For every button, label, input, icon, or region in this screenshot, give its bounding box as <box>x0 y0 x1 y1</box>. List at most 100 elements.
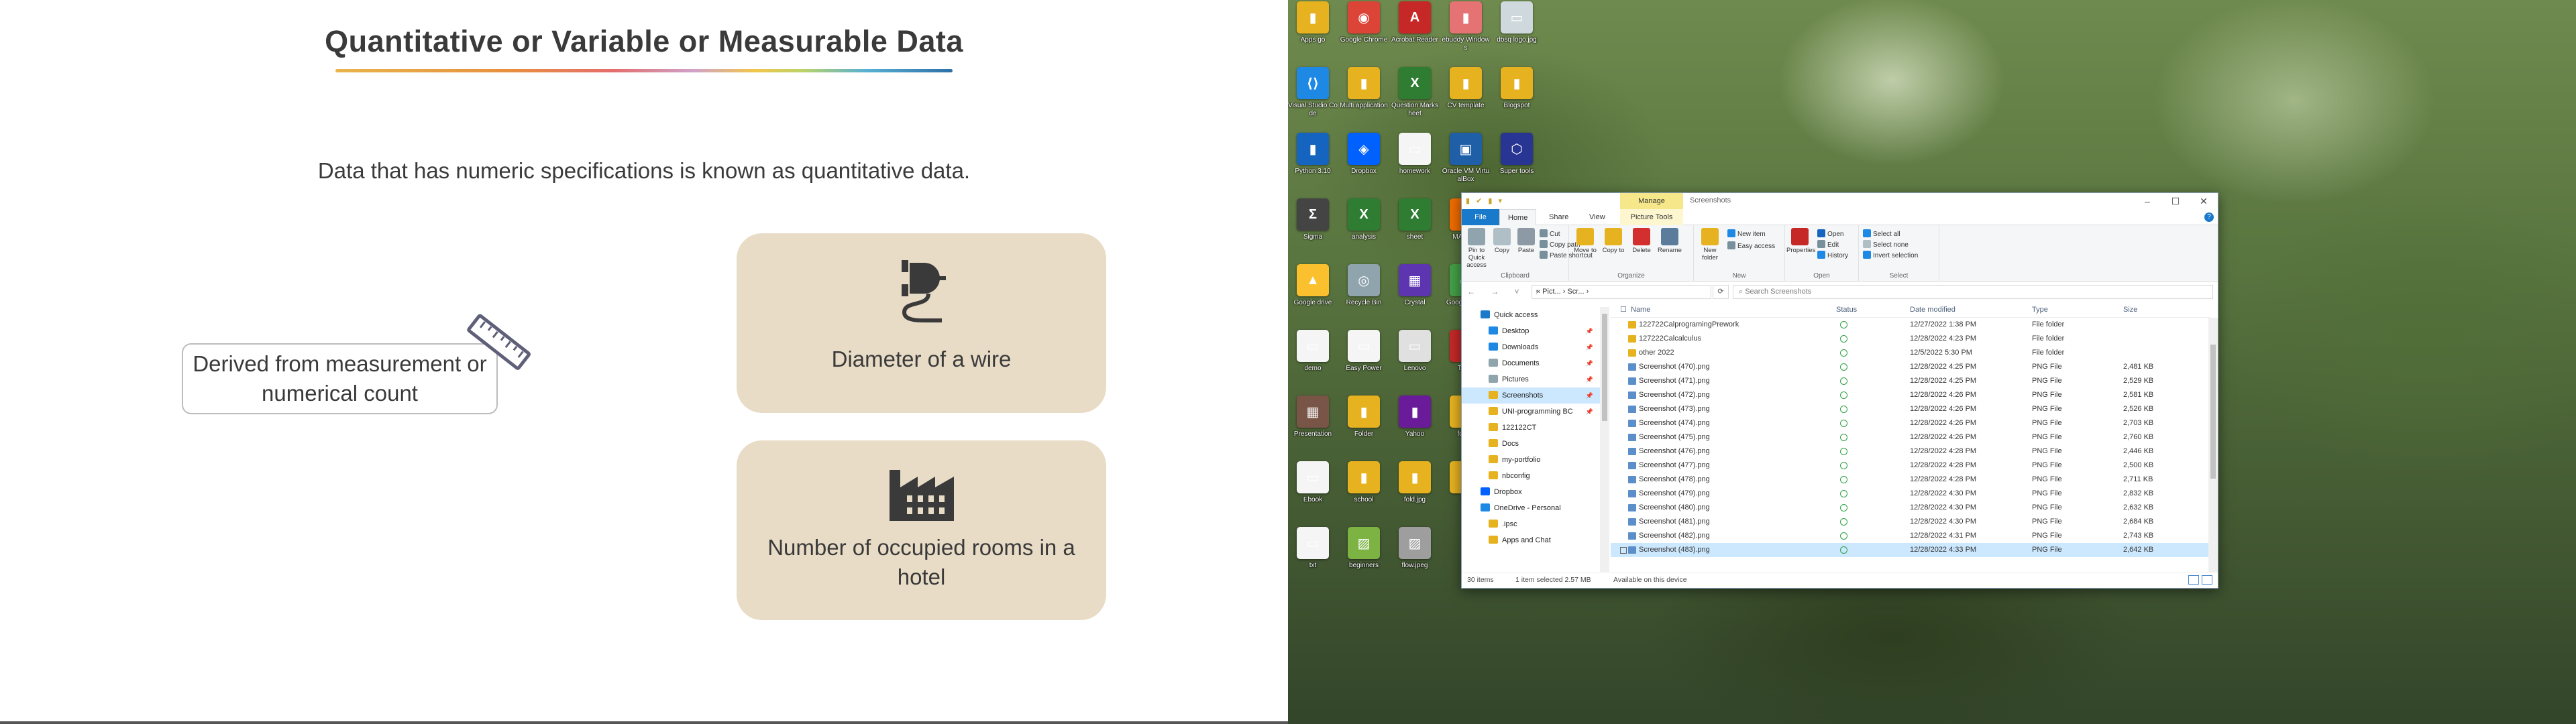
copy-button[interactable]: Copy <box>1489 228 1515 254</box>
file-row[interactable]: Screenshot (473).png 12/28/2022 4:26 PM PN… <box>1611 402 2210 416</box>
nav-item[interactable]: Docs <box>1462 436 1600 452</box>
file-row[interactable]: Screenshot (477).png 12/28/2022 4:28 PM PN… <box>1611 459 2210 473</box>
desktop-icon[interactable]: ▮ Yahoo <box>1390 396 1440 446</box>
navigation-scroll-thumb[interactable] <box>1602 314 1607 421</box>
quick-access-toolbar[interactable]: ▮ ✔ ▮ ▾ <box>1466 196 1504 205</box>
navigation-scrollbar[interactable] <box>1600 307 1609 572</box>
nav-item[interactable]: Apps and Chat <box>1462 532 1600 548</box>
paste-button[interactable]: Paste <box>1513 228 1540 254</box>
title-bar[interactable]: ▮ ✔ ▮ ▾ Manage Screenshots – ☐ ✕ <box>1462 193 2218 209</box>
new-item-button[interactable]: New item <box>1727 229 1766 238</box>
file-list-scroll-thumb[interactable] <box>2210 345 2216 479</box>
nav-item[interactable]: Dropbox <box>1462 484 1600 500</box>
cut-button[interactable]: Cut <box>1540 229 1560 238</box>
nav-item[interactable]: Documents 📌 <box>1462 355 1600 371</box>
desktop-icon[interactable]: ▨ beginners <box>1339 527 1389 578</box>
refresh-button[interactable]: ⟳ <box>1713 285 1729 299</box>
invert-selection-button[interactable]: Invert selection <box>1863 251 1918 259</box>
nav-item[interactable]: Pictures 📌 <box>1462 371 1600 387</box>
pin-icon[interactable]: 📌 <box>1586 371 1593 387</box>
file-row[interactable]: Screenshot (479).png 12/28/2022 4:30 PM PN… <box>1611 487 2210 501</box>
desktop-icon[interactable]: ◈ Dropbox <box>1339 133 1389 184</box>
pin-icon[interactable]: 📌 <box>1586 355 1593 371</box>
easy-access-button[interactable]: Easy access <box>1727 241 1775 250</box>
desktop-icon[interactable]: ▭ demo <box>1288 330 1338 381</box>
column-type[interactable]: Type <box>2032 302 2048 318</box>
address-bar[interactable]: « Pict... › Scr... › <box>1532 285 1711 299</box>
tab-picture-tools[interactable]: Picture Tools <box>1620 209 1683 225</box>
desktop-icon[interactable]: ▮ Python 3.10 <box>1288 133 1338 184</box>
copy-to-button[interactable]: Copy to <box>1600 228 1627 254</box>
desktop-icon[interactable]: ▮ CV template <box>1441 67 1491 118</box>
file-row[interactable]: Screenshot (482).png 12/28/2022 4:31 PM PN… <box>1611 529 2210 543</box>
file-row[interactable]: Screenshot (475).png 12/28/2022 4:26 PM PN… <box>1611 430 2210 444</box>
select-none-button[interactable]: Select none <box>1863 240 1909 249</box>
desktop-icon[interactable]: ▭ homework <box>1390 133 1440 184</box>
file-row[interactable]: Screenshot (471).png 12/28/2022 4:25 PM PN… <box>1611 374 2210 388</box>
desktop-icon[interactable]: ▮ Multi application <box>1339 67 1389 118</box>
desktop-icon[interactable]: Xsheet <box>1390 198 1440 249</box>
desktop-icon[interactable]: ▦ Presentation <box>1288 396 1338 446</box>
pin-icon[interactable]: 📌 <box>1586 323 1593 339</box>
file-row[interactable]: Screenshot (483).png 12/28/2022 4:33 PM PN… <box>1611 543 2210 557</box>
nav-item[interactable]: Desktop 📌 <box>1462 323 1600 339</box>
tab-file[interactable]: File <box>1462 209 1499 225</box>
new-folder-button[interactable]: New folder <box>1697 228 1723 261</box>
desktop-icon[interactable]: A Acrobat Reader <box>1390 1 1440 52</box>
desktop-icon[interactable]: ▦ Crystal <box>1390 264 1440 315</box>
column-checkbox[interactable]: ☐ <box>1620 302 1627 318</box>
details-view-icon[interactable] <box>2188 575 2199 585</box>
desktop-icon[interactable]: ▭ dbsq logo.jpg <box>1492 1 1542 52</box>
desktop-icon[interactable]: ⬡ Super tools <box>1492 133 1542 184</box>
desktop-icon[interactable]: ▭ Easy Power <box>1339 330 1389 381</box>
nav-item[interactable]: Downloads 📌 <box>1462 339 1600 355</box>
desktop-icon[interactable]: X Question Marksheet <box>1390 67 1440 118</box>
open-button[interactable]: Open <box>1817 229 1843 238</box>
desktop-icon[interactable]: ▮ Folder <box>1339 396 1389 446</box>
desktop-icon[interactable]: ◉ Google Chrome <box>1339 1 1389 52</box>
file-row[interactable]: 127222Calcalculus 12/28/2022 4:23 PM File … <box>1611 332 2210 346</box>
desktop-icon[interactable]: ▨ flow.jpeg <box>1390 527 1440 578</box>
tab-share[interactable]: Share <box>1541 209 1576 225</box>
maximize-icon[interactable]: ☐ <box>2161 193 2190 209</box>
column-status[interactable]: Status <box>1836 302 1857 318</box>
desktop-icon[interactable]: ▮ Apps go <box>1288 1 1338 52</box>
file-list-scrollbar[interactable] <box>2208 318 2218 572</box>
nav-item[interactable]: UNI-programming BC 📌 <box>1462 404 1600 420</box>
file-row[interactable]: other 2022 12/5/2022 5:30 PM File folder <box>1611 346 2210 360</box>
file-row[interactable]: Screenshot (470).png 12/28/2022 4:25 PM PN… <box>1611 360 2210 374</box>
desktop-icon[interactable]: ▮ ebuddy Windows <box>1441 1 1491 52</box>
pin-quick-access-button[interactable]: Pin to Quick access <box>1463 228 1490 269</box>
close-icon[interactable]: ✕ <box>2190 193 2218 209</box>
help-icon[interactable]: ? <box>2204 213 2214 222</box>
search-input[interactable]: ⌕ Search Screenshots <box>1733 285 2213 299</box>
delete-button[interactable]: Delete <box>1628 228 1655 254</box>
nav-item[interactable]: .ipsc <box>1462 516 1600 532</box>
desktop-icon[interactable]: ▮ fold.jpg <box>1390 461 1440 512</box>
desktop-icon[interactable]: ▮ school <box>1339 461 1389 512</box>
minimize-icon[interactable]: – <box>2133 193 2161 209</box>
tab-view[interactable]: View <box>1581 209 1613 225</box>
file-row[interactable]: Screenshot (481).png 12/28/2022 4:30 PM PN… <box>1611 515 2210 529</box>
desktop-icon[interactable]: ▭ txt <box>1288 527 1338 578</box>
file-row[interactable]: Screenshot (472).png 12/28/2022 4:26 PM PN… <box>1611 388 2210 402</box>
rename-button[interactable]: Rename <box>1656 228 1683 254</box>
desktop-icon[interactable]: Xanalysis <box>1339 198 1389 249</box>
file-row[interactable]: Screenshot (478).png 12/28/2022 4:28 PM PN… <box>1611 473 2210 487</box>
move-to-button[interactable]: Move to <box>1572 228 1599 254</box>
properties-button[interactable]: Properties <box>1786 228 1815 254</box>
select-all-button[interactable]: Select all <box>1863 229 1900 238</box>
nav-item[interactable]: OneDrive - Personal <box>1462 500 1600 516</box>
desktop-icon[interactable]: Σ Sigma <box>1288 198 1338 249</box>
nav-item[interactable]: Quick access <box>1462 307 1600 323</box>
desktop-icon[interactable]: ▭ Ebook <box>1288 461 1338 512</box>
column-size[interactable]: Size <box>2123 302 2137 318</box>
row-checkbox[interactable] <box>1620 547 1627 554</box>
nav-item[interactable]: my-portfolio <box>1462 452 1600 468</box>
desktop-icon[interactable]: ▭ Lenovo <box>1390 330 1440 381</box>
file-row[interactable]: Screenshot (474).png 12/28/2022 4:26 PM PN… <box>1611 416 2210 430</box>
tab-home[interactable]: Home <box>1499 209 1537 225</box>
file-explorer-window[interactable]: ▮ ✔ ▮ ▾ Manage Screenshots – ☐ ✕ File Ho… <box>1461 192 2218 589</box>
nav-item[interactable]: 122122CT <box>1462 420 1600 436</box>
file-row[interactable]: Screenshot (480).png 12/28/2022 4:30 PM PN… <box>1611 501 2210 515</box>
